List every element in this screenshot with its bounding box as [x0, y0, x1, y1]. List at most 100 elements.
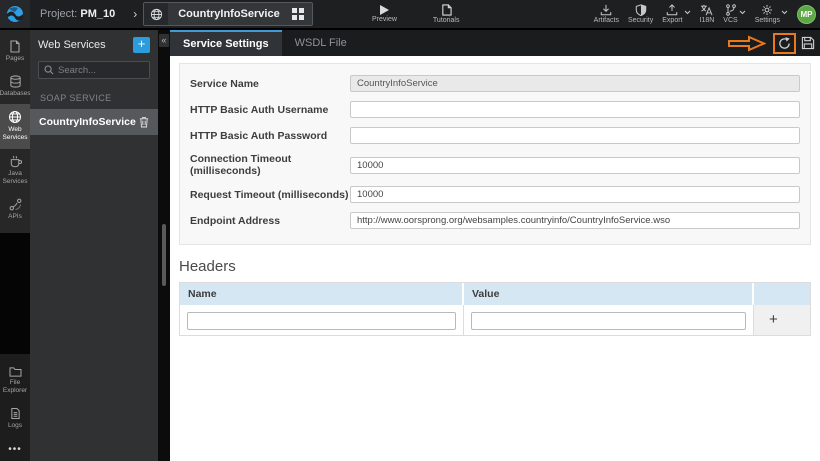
header-name-input[interactable] [187, 311, 456, 330]
panel-divider-strip: « [158, 30, 170, 461]
search-input[interactable] [58, 64, 144, 76]
connection-timeout-input[interactable] [350, 156, 800, 174]
main-area: Service Settings WSDL File Service Name … [170, 30, 820, 461]
sidebar-item-pages[interactable]: Pages [0, 34, 30, 69]
tab-service-settings[interactable]: Service Settings [170, 30, 282, 56]
header-value-input[interactable] [471, 311, 746, 330]
globe-icon [144, 3, 169, 25]
sidebar-item-file-explorer[interactable]: File Explorer [0, 360, 30, 401]
logs-icon [10, 407, 20, 419]
reload-service-button[interactable] [773, 32, 796, 54]
sidebar-more-button[interactable]: ••• [0, 436, 30, 457]
service-search-box[interactable] [38, 61, 150, 79]
apis-icon [9, 198, 21, 211]
headers-table-body-row: + [180, 305, 810, 336]
file-explorer-label: File Explorer [2, 378, 28, 394]
preview-button[interactable]: Preview [372, 5, 397, 23]
vcs-label: VCS [723, 17, 738, 24]
grid-switcher-icon[interactable] [290, 8, 312, 20]
settings-label: Settings [754, 17, 780, 24]
header-col-actions [754, 283, 810, 305]
apis-label: APIs [8, 212, 22, 220]
save-service-button[interactable] [801, 36, 815, 50]
request-timeout-input[interactable] [350, 186, 800, 203]
panel-scrollbar-thumb[interactable] [162, 224, 166, 286]
export-label: Export [662, 17, 683, 24]
http-password-input[interactable] [350, 127, 800, 144]
vcs-button[interactable]: VCS [723, 4, 738, 24]
i18n-translate-icon [701, 4, 713, 16]
java-services-coffee-icon [10, 155, 22, 167]
http-username-label: HTTP Basic Auth Username [190, 103, 329, 116]
security-button[interactable]: Security [628, 4, 653, 24]
open-service-tab[interactable]: CountryInfoService [143, 2, 313, 26]
annotation-arrow [728, 34, 766, 52]
form-row-password: HTTP Basic Auth Password [190, 127, 800, 144]
vcs-chevron-down-icon[interactable] [739, 10, 746, 15]
collapse-panel-button[interactable]: « [159, 34, 169, 47]
sidebar-item-java-services[interactable]: Java Services [0, 149, 30, 192]
connection-timeout-label: Connection Timeout (milliseconds) [190, 153, 292, 177]
form-row-request-timeout: Request Timeout (milliseconds) [190, 186, 800, 203]
settings-button[interactable]: Settings [755, 4, 780, 24]
panel-header: Web Services + [30, 30, 158, 58]
sidebar-item-databases[interactable]: Databases [0, 69, 31, 104]
sidebar-item-web-services[interactable]: Web Services [0, 104, 30, 149]
i18n-button[interactable]: I18N [699, 4, 715, 24]
web-services-label: Web Services [2, 126, 28, 142]
i18n-label: I18N [699, 17, 715, 24]
logs-label: Logs [7, 421, 23, 429]
service-tabbar: Service Settings WSDL File [170, 30, 820, 56]
tab-wsdl-file[interactable]: WSDL File [282, 30, 360, 56]
preview-label: Preview [372, 16, 397, 23]
artifacts-download-icon [601, 4, 612, 16]
sidebar-bottom-group: File Explorer Logs ••• [0, 353, 30, 461]
endpoint-address-label: Endpoint Address [190, 214, 281, 227]
header-col-name: Name [180, 283, 464, 305]
service-list-item[interactable]: CountryInfoService [30, 109, 158, 135]
vcs-branch-icon [725, 4, 736, 16]
search-icon [44, 65, 54, 75]
pages-icon [10, 40, 20, 53]
service-item-label: CountryInfoService [39, 116, 136, 128]
breadcrumb-chevron-icon: › [133, 7, 138, 21]
header-value-cell [464, 305, 754, 336]
endpoint-address-input[interactable] [350, 212, 800, 229]
file-explorer-folder-icon [8, 366, 22, 377]
service-tab-label: CountryInfoService [178, 8, 280, 20]
left-icon-sidebar: Pages Databases Web Services Java Servic… [0, 30, 31, 461]
user-avatar[interactable]: MP [797, 4, 816, 24]
panel-title: Web Services [38, 39, 106, 51]
http-username-input[interactable] [350, 101, 800, 118]
export-chevron-down-icon[interactable] [684, 10, 691, 15]
app-logo[interactable] [0, 0, 30, 28]
header-add-cell: + [754, 305, 810, 336]
form-row-endpoint: Endpoint Address [190, 212, 800, 229]
add-header-button[interactable]: + [761, 312, 778, 327]
topbar-right-group: Artifacts Security Export I18N VCS Setti… [594, 0, 816, 28]
artifacts-button[interactable]: Artifacts [594, 4, 619, 24]
java-services-label: Java Services [2, 169, 28, 185]
databases-label: Databases [0, 90, 31, 98]
export-upload-icon [667, 4, 678, 16]
form-row-connection-timeout: Connection Timeout (milliseconds) [190, 153, 800, 177]
wavemaker-logo-icon [7, 6, 23, 22]
delete-trash-icon[interactable] [139, 116, 149, 128]
workspace: Pages Databases Web Services Java Servic… [0, 30, 820, 461]
header-col-value: Value [464, 283, 754, 305]
sidebar-item-logs[interactable]: Logs [0, 401, 30, 436]
export-button[interactable]: Export [662, 4, 683, 24]
http-password-label: HTTP Basic Auth Password [190, 129, 328, 142]
play-icon [380, 5, 390, 15]
form-row-username: HTTP Basic Auth Username [190, 101, 800, 118]
add-service-button[interactable]: + [133, 37, 150, 53]
header-name-cell [180, 305, 464, 336]
tutorials-button[interactable]: Tutorials [433, 4, 460, 24]
top-bar: Project: PM_10 › CountryInfoService Prev… [0, 0, 820, 28]
headers-section-title: Headers [179, 258, 236, 275]
settings-chevron-down-icon[interactable] [781, 10, 788, 15]
security-label: Security [627, 17, 654, 24]
artifacts-label: Artifacts [593, 17, 619, 24]
sidebar-item-apis[interactable]: APIs [0, 192, 30, 227]
tutorials-icon [441, 4, 452, 16]
